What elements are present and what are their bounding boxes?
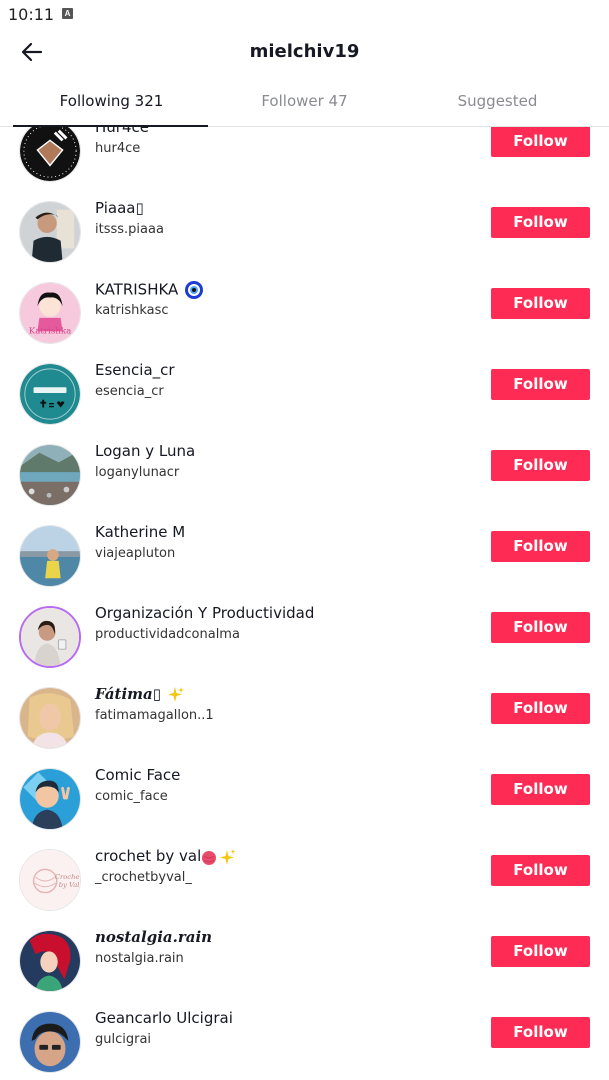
follow-button[interactable]: Follow xyxy=(491,127,590,157)
account-username: fatimamagallon..1 xyxy=(95,708,214,723)
account-name: Geancarlo Ulcigrai xyxy=(95,1009,233,1027)
account-name: Piaaa▯ xyxy=(95,199,144,217)
tab-suggested[interactable]: Suggested xyxy=(396,80,599,126)
account-username: comic_face xyxy=(95,789,168,804)
avatar[interactable] xyxy=(19,687,81,749)
follow-button[interactable]: Follow xyxy=(491,855,590,886)
follow-button[interactable]: Follow xyxy=(491,450,590,481)
yarn-ball-sparkles-icon xyxy=(202,848,236,865)
nazar-amulet-icon xyxy=(185,281,204,299)
list-item[interactable]: Logan y Luna loganylunacr Follow xyxy=(0,429,609,510)
svg-text:Katrishka: Katrishka xyxy=(29,326,72,336)
account-name: Organización Y Productividad xyxy=(95,604,315,622)
account-name: Katherine M xyxy=(95,523,186,541)
account-name: KATRISHKA xyxy=(95,280,204,300)
sparkles-icon xyxy=(168,687,185,702)
tab-follower[interactable]: Follower 47 xyxy=(203,80,406,126)
account-name: Logan y Luna xyxy=(95,442,196,460)
avatar[interactable] xyxy=(19,525,81,587)
follow-button[interactable]: Follow xyxy=(491,693,590,724)
follow-button[interactable]: Follow xyxy=(491,531,590,562)
list-item[interactable]: Esencia_cr esencia_cr Follow xyxy=(0,348,609,429)
account-username: katrishkasc xyxy=(95,303,169,318)
notification-a-icon: A xyxy=(62,8,73,19)
list-item[interactable]: Hur4ce hur4ce Follow xyxy=(0,127,609,186)
avatar[interactable] xyxy=(19,930,81,992)
account-name: crochet by val xyxy=(95,847,237,866)
svg-text:by Val: by Val xyxy=(59,881,80,889)
account-username: nostalgia.rain xyxy=(95,951,184,966)
avatar[interactable] xyxy=(19,363,81,425)
avatar[interactable] xyxy=(19,201,81,263)
account-name: Fátima▯ xyxy=(95,685,185,704)
tab-following[interactable]: Following 321 xyxy=(10,80,213,126)
account-username: gulcigrai xyxy=(95,1032,152,1047)
list-item[interactable]: Crochet by Val crochet by val _crochetbyv… xyxy=(0,834,609,915)
follow-button[interactable]: Follow xyxy=(491,612,590,643)
follow-button[interactable]: Follow xyxy=(491,288,590,319)
avatar[interactable] xyxy=(19,606,81,668)
tab-bar: Following 321 Follower 47 Suggested xyxy=(0,80,609,127)
account-username: hur4ce xyxy=(95,141,141,156)
avatar[interactable] xyxy=(19,1011,81,1073)
avatar[interactable] xyxy=(19,444,81,506)
status-time: 10:11 xyxy=(8,5,55,24)
status-bar: 10:11 A xyxy=(0,0,609,28)
account-username: _crochetbyval_ xyxy=(95,870,192,885)
list-item[interactable]: Comic Face comic_face Follow xyxy=(0,753,609,834)
follow-button[interactable]: Follow xyxy=(491,1017,590,1048)
account-username: loganylunacr xyxy=(95,465,180,480)
list-item[interactable]: Fátima▯ fatimamagallon..1 Follow xyxy=(0,672,609,753)
account-username: productividadconalma xyxy=(95,627,240,642)
follow-button[interactable]: Follow xyxy=(491,207,590,238)
follow-button[interactable]: Follow xyxy=(491,369,590,400)
header: mielchiv19 xyxy=(0,28,609,76)
list-item[interactable]: Piaaa▯ itsss.piaaa Follow xyxy=(0,186,609,267)
avatar[interactable] xyxy=(19,127,81,182)
list-item[interactable]: Organización Y Productividad productivid… xyxy=(0,591,609,672)
following-list[interactable]: Hur4ce hur4ce Follow Piaaa▯ itsss.piaaa … xyxy=(0,127,609,1080)
account-name: Comic Face xyxy=(95,766,181,784)
account-username: itsss.piaaa xyxy=(95,222,164,237)
follow-button[interactable]: Follow xyxy=(491,774,590,805)
account-username: esencia_cr xyxy=(95,384,164,399)
account-username: viajeapluton xyxy=(95,546,176,561)
follow-button[interactable]: Follow xyxy=(491,936,590,967)
avatar[interactable]: Crochet by Val xyxy=(19,849,81,911)
list-item[interactable]: Katrishka KATRISHKA katrishkasc Follow xyxy=(0,267,609,348)
account-name: Hur4ce xyxy=(95,127,149,136)
avatar[interactable] xyxy=(19,768,81,830)
avatar[interactable]: Katrishka xyxy=(19,282,81,344)
account-name: Esencia_cr xyxy=(95,361,175,379)
page-title: mielchiv19 xyxy=(249,41,360,62)
account-name: nostalgia.rain xyxy=(95,928,213,946)
list-item[interactable]: Katherine M viajeapluton Follow xyxy=(0,510,609,591)
list-item[interactable]: Geancarlo Ulcigrai gulcigrai Follow xyxy=(0,996,609,1077)
list-item[interactable]: nostalgia.rain nostalgia.rain Follow xyxy=(0,915,609,996)
